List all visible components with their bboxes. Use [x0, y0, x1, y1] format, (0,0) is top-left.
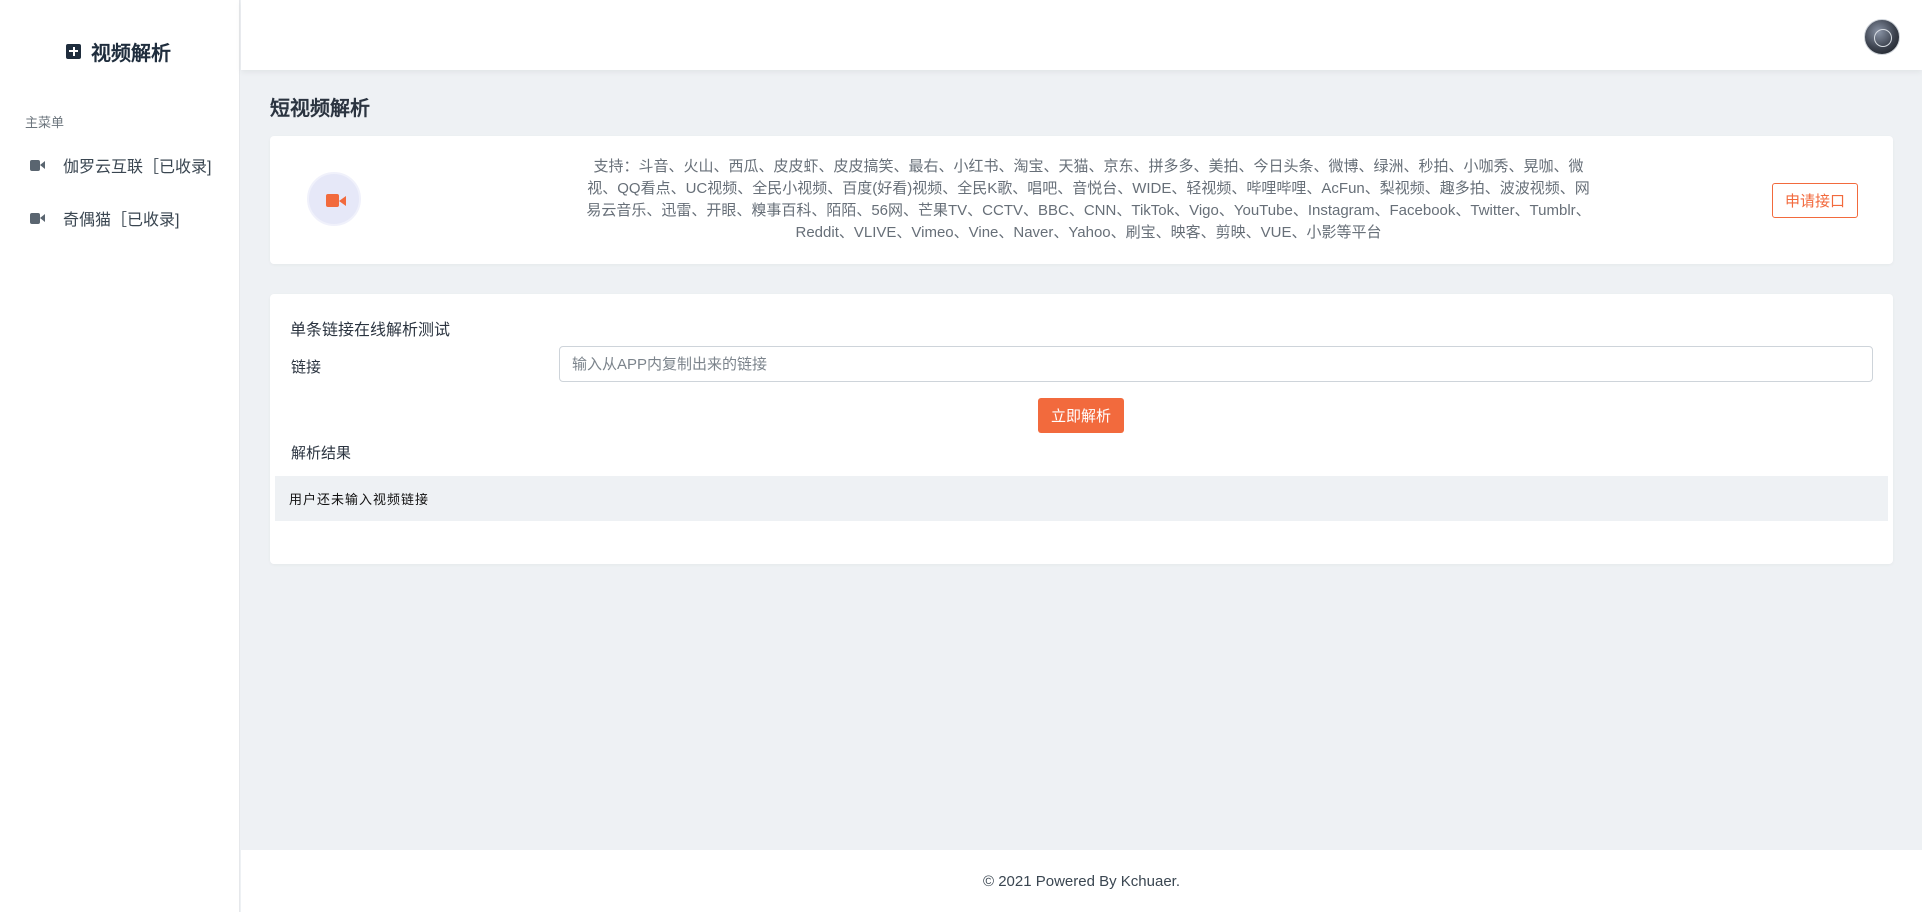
apply-api-button[interactable]: 申请接口 — [1772, 183, 1858, 218]
link-input[interactable] — [559, 346, 1873, 382]
video-badge — [307, 172, 361, 226]
video-camera-icon — [326, 194, 346, 207]
sidebar-item-qioumao[interactable]: 奇偶猫［已收录] — [30, 206, 179, 230]
brand-title: 视频解析 — [91, 42, 171, 65]
top-header — [241, 0, 1922, 70]
plus-square-icon — [66, 43, 81, 59]
result-label: 解析结果 — [291, 445, 352, 462]
sidebar-item-label: 奇偶猫［已收录] — [63, 212, 180, 229]
sidebar-item-jialuoyun[interactable]: 伽罗云互联［已收录] — [30, 153, 211, 177]
result-text: 用户还未输入视频链接 — [289, 492, 430, 507]
online-parse-test-card: 单条链接在线解析测试 链接 立即解析 解析结果 用户还未输入视频链接 — [270, 294, 1893, 564]
supported-platforms-text: 支持：斗音、火山、西瓜、皮皮虾、皮皮搞笑、最右、小红书、淘宝、天猫、京东、拼多多… — [586, 158, 1591, 241]
footer-copyright: © 2021 Powered By Kchuaer. — [982, 872, 1180, 890]
video-camera-icon — [30, 159, 45, 171]
sidebar-item-label: 伽罗云互联［已收录] — [63, 159, 212, 176]
page-title: 短视频解析 — [270, 98, 370, 120]
app-root: 视频解析 主菜单 伽罗云互联［已收录] 奇偶猫［已收录] 短视频解析 支持：斗音… — [0, 0, 1922, 912]
video-camera-icon — [30, 212, 45, 224]
parse-now-button[interactable]: 立即解析 — [1038, 398, 1124, 433]
user-avatar[interactable] — [1864, 19, 1900, 55]
result-output: 用户还未输入视频链接 — [275, 476, 1888, 521]
menu-section-title: 主菜单 — [25, 115, 65, 130]
brand[interactable]: 视频解析 — [66, 38, 171, 65]
link-label: 链接 — [291, 359, 322, 376]
supported-platforms-card: 支持：斗音、火山、西瓜、皮皮虾、皮皮搞笑、最右、小红书、淘宝、天猫、京东、拼多多… — [270, 136, 1893, 264]
test-section-title: 单条链接在线解析测试 — [290, 322, 451, 339]
sidebar: 视频解析 主菜单 伽罗云互联［已收录] 奇偶猫［已收录] — [0, 0, 240, 912]
footer: © 2021 Powered By Kchuaer. — [241, 850, 1922, 912]
